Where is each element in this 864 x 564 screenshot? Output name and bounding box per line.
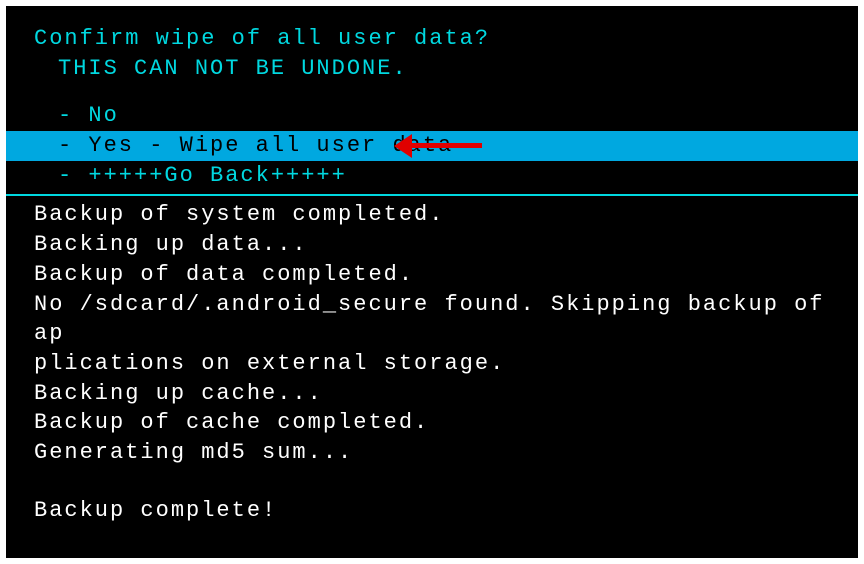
- log-line: Backing up data...: [6, 230, 858, 260]
- log-line: Backup of system completed.: [6, 200, 858, 230]
- log-line: Backup of cache completed.: [6, 408, 858, 438]
- log-line: No /sdcard/.android_secure found. Skippi…: [6, 290, 858, 349]
- menu-option-back[interactable]: - +++++Go Back+++++: [6, 161, 858, 191]
- spacer: [6, 468, 858, 496]
- log-line: Backup of data completed.: [6, 260, 858, 290]
- log-line-complete: Backup complete!: [6, 496, 858, 526]
- confirm-title: Confirm wipe of all user data?: [6, 24, 858, 54]
- log-line: Generating md5 sum...: [6, 438, 858, 468]
- red-arrow-icon: [394, 134, 482, 158]
- spacer: [6, 83, 858, 101]
- divider-line: [6, 194, 858, 196]
- log-line: plications on external storage.: [6, 349, 858, 379]
- menu-option-yes-selected[interactable]: - Yes - Wipe all user data: [6, 131, 858, 161]
- log-line: Backing up cache...: [6, 379, 858, 409]
- warning-text: THIS CAN NOT BE UNDONE.: [6, 54, 858, 84]
- menu-option-no[interactable]: - No: [6, 101, 858, 131]
- recovery-screen: Confirm wipe of all user data? THIS CAN …: [6, 6, 858, 558]
